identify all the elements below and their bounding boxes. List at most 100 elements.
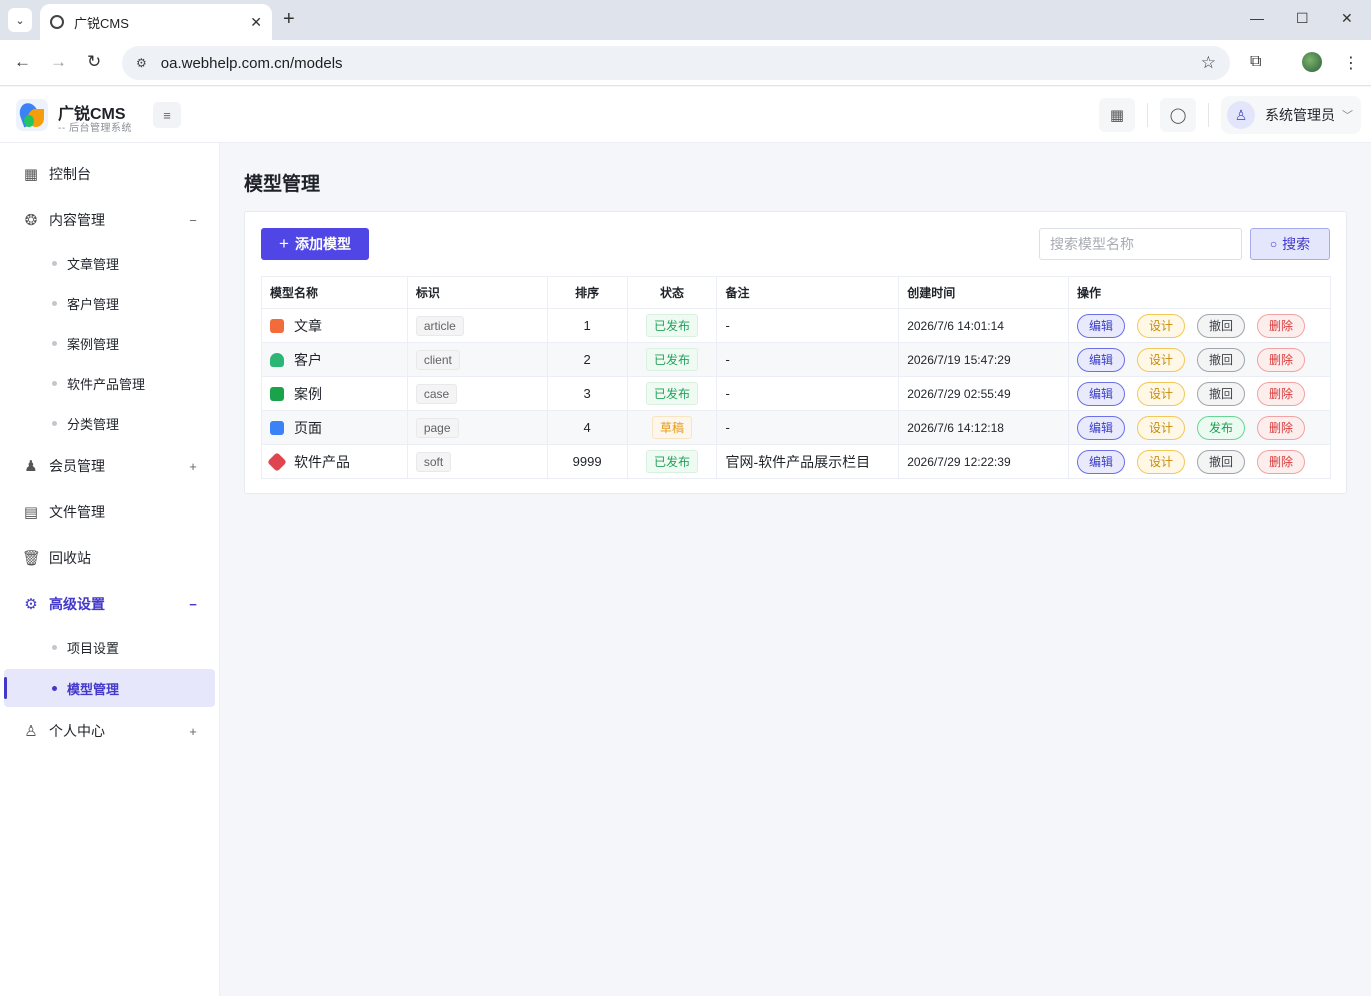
design-button[interactable]: 设计 [1136, 313, 1185, 338]
model-remark: - [716, 342, 900, 377]
delete-button[interactable]: 删除 [1256, 381, 1305, 406]
edit-button[interactable]: 编辑 [1076, 381, 1125, 406]
search-input[interactable] [1039, 228, 1242, 260]
models-table: 模型名称 标识 排序 状态 备注 创建时间 操作 文章 article 1 已发… [261, 276, 1332, 479]
sidebar-item-files[interactable]: ▤ 文件管理 [0, 492, 220, 532]
profile-avatar[interactable] [1302, 52, 1322, 72]
search-button[interactable]: ○ 搜索 [1250, 228, 1330, 260]
design-button[interactable]: 设计 [1136, 381, 1185, 406]
column-header-status: 状态 [626, 276, 718, 309]
address-bar[interactable]: ⚙ oa.webhelp.com.cn/models ☆ [122, 46, 1230, 80]
bullet-icon [52, 340, 57, 346]
browser-tabbar: ⌄ 广锐CMS ✕ + — ☐ ✕ [0, 0, 1371, 40]
briefcase-icon [270, 386, 284, 401]
model-order: 9999 [546, 444, 628, 479]
edit-button[interactable]: 编辑 [1076, 347, 1125, 372]
design-button[interactable]: 设计 [1136, 415, 1185, 440]
dashboard-icon: ▦ [23, 166, 39, 183]
app-header: 广锐CMS -- 后台管理系统 ≡ ▦ ◯ ♙ 系统管理员 ﹀ [0, 87, 1371, 143]
edit-button[interactable]: 编辑 [1076, 313, 1125, 338]
tab-search-icon[interactable]: ⌄ [8, 8, 32, 32]
sidebar-item-label: 文件管理 [49, 504, 105, 520]
column-header-remark: 备注 [716, 276, 900, 309]
model-created-time: 2026/7/19 15:47:29 [898, 342, 1069, 377]
browser-menu-icon[interactable]: ⋮ [1343, 53, 1359, 73]
sidebar-item-articles[interactable]: 文章管理 [0, 244, 220, 282]
sidebar-item-advanced-settings[interactable]: ⚙ 高级设置 − [0, 584, 220, 624]
bullet-icon [52, 260, 57, 266]
publish-button[interactable]: 发布 [1196, 415, 1245, 440]
sidebar-item-content[interactable]: ❂ 内容管理 − [0, 200, 220, 240]
expand-icon[interactable]: + [183, 724, 203, 739]
revoke-button[interactable]: 撤回 [1196, 313, 1245, 338]
revoke-button[interactable]: 撤回 [1196, 449, 1245, 474]
article-icon [270, 318, 284, 333]
model-name: 客户 [294, 351, 322, 368]
sidebar-item-label: 分类管理 [67, 416, 120, 432]
globe-icon [50, 15, 64, 29]
model-created-time: 2026/7/6 14:12:18 [898, 410, 1069, 445]
sidebar-item-label: 高级设置 [49, 596, 105, 612]
sidebar-item-personal-center[interactable]: ♙ 个人中心 + [0, 711, 220, 751]
revoke-button[interactable]: 撤回 [1196, 347, 1245, 372]
bullet-icon [52, 380, 57, 386]
collapse-icon[interactable]: − [183, 597, 203, 612]
content-icon: ❂ [24, 212, 38, 229]
design-button[interactable]: 设计 [1136, 347, 1185, 372]
model-code-tag: soft [415, 451, 452, 472]
delete-button[interactable]: 删除 [1256, 415, 1305, 440]
bullet-icon [52, 420, 57, 426]
tab-close-icon[interactable]: ✕ [250, 14, 262, 31]
header-divider [1208, 103, 1209, 127]
edit-button[interactable]: 编辑 [1076, 449, 1125, 474]
maximize-icon[interactable]: ☐ [1296, 10, 1309, 27]
chevron-down-icon: ﹀ [1342, 110, 1353, 122]
sidebar-item-categories[interactable]: 分类管理 [0, 404, 220, 442]
page-icon [270, 420, 284, 435]
model-remark: 官网-软件产品展示栏目 [716, 444, 900, 479]
delete-button[interactable]: 删除 [1256, 449, 1305, 474]
message-icon[interactable]: ◯ [1160, 98, 1196, 132]
sidebar-item-members[interactable]: ♟ 会员管理 + [0, 446, 220, 486]
extensions-icon[interactable]: ⧉ [1250, 53, 1261, 71]
browser-tab[interactable]: 广锐CMS ✕ [40, 4, 272, 40]
sidebar-item-model-management[interactable]: 模型管理 [4, 669, 215, 707]
models-card: + 添加模型 ○ 搜索 模型名称 标识 排序 状态 备注 创建时间 操作 文章 [244, 211, 1347, 494]
sidebar-item-label: 个人中心 [49, 723, 105, 739]
url-text[interactable]: oa.webhelp.com.cn/models [161, 55, 1201, 72]
window-close-icon[interactable]: ✕ [1341, 10, 1353, 27]
sidebar-item-label: 项目设置 [67, 640, 120, 656]
reload-icon[interactable]: ↻ [87, 52, 101, 72]
sidebar-item-software[interactable]: 软件产品管理 [0, 364, 220, 402]
revoke-button[interactable]: 撤回 [1196, 381, 1245, 406]
column-header-created: 创建时间 [898, 276, 1069, 309]
sidebar-item-project-settings[interactable]: 项目设置 [0, 628, 220, 666]
back-icon[interactable]: ← [14, 52, 31, 72]
table-row: 案例 case 3 已发布 - 2026/7/29 02:55:49 编辑 设计… [261, 376, 1332, 411]
model-code-tag: page [415, 417, 459, 438]
sidebar-item-cases[interactable]: 案例管理 [0, 324, 220, 362]
delete-button[interactable]: 删除 [1256, 313, 1305, 338]
site-info-icon[interactable]: ⚙ [136, 56, 147, 70]
collapse-icon[interactable]: − [183, 213, 203, 228]
forward-icon[interactable]: → [50, 52, 67, 72]
sidebar-item-dashboard[interactable]: ▦ 控制台 [0, 154, 220, 194]
model-order: 1 [546, 308, 628, 343]
bookmark-star-icon[interactable]: ☆ [1201, 53, 1216, 73]
minimize-icon[interactable]: — [1250, 10, 1264, 26]
sidebar-item-label: 文章管理 [67, 256, 120, 272]
sidebar-collapse-icon[interactable]: ≡ [153, 102, 181, 128]
model-created-time: 2026/7/29 02:55:49 [898, 376, 1069, 411]
sidebar-item-trash[interactable]: 🗑 回收站 [0, 538, 220, 578]
model-order: 4 [546, 410, 628, 445]
delete-button[interactable]: 删除 [1256, 347, 1305, 372]
edit-button[interactable]: 编辑 [1076, 415, 1125, 440]
design-button[interactable]: 设计 [1136, 449, 1185, 474]
calendar-icon[interactable]: ▦ [1099, 98, 1135, 132]
user-menu[interactable]: ♙ 系统管理员 ﹀ [1221, 96, 1361, 134]
sidebar-item-clients[interactable]: 客户管理 [0, 284, 220, 322]
add-model-button[interactable]: + 添加模型 [261, 228, 369, 260]
expand-icon[interactable]: + [183, 459, 203, 474]
status-badge: 已发布 [646, 348, 699, 371]
new-tab-icon[interactable]: + [283, 9, 295, 29]
